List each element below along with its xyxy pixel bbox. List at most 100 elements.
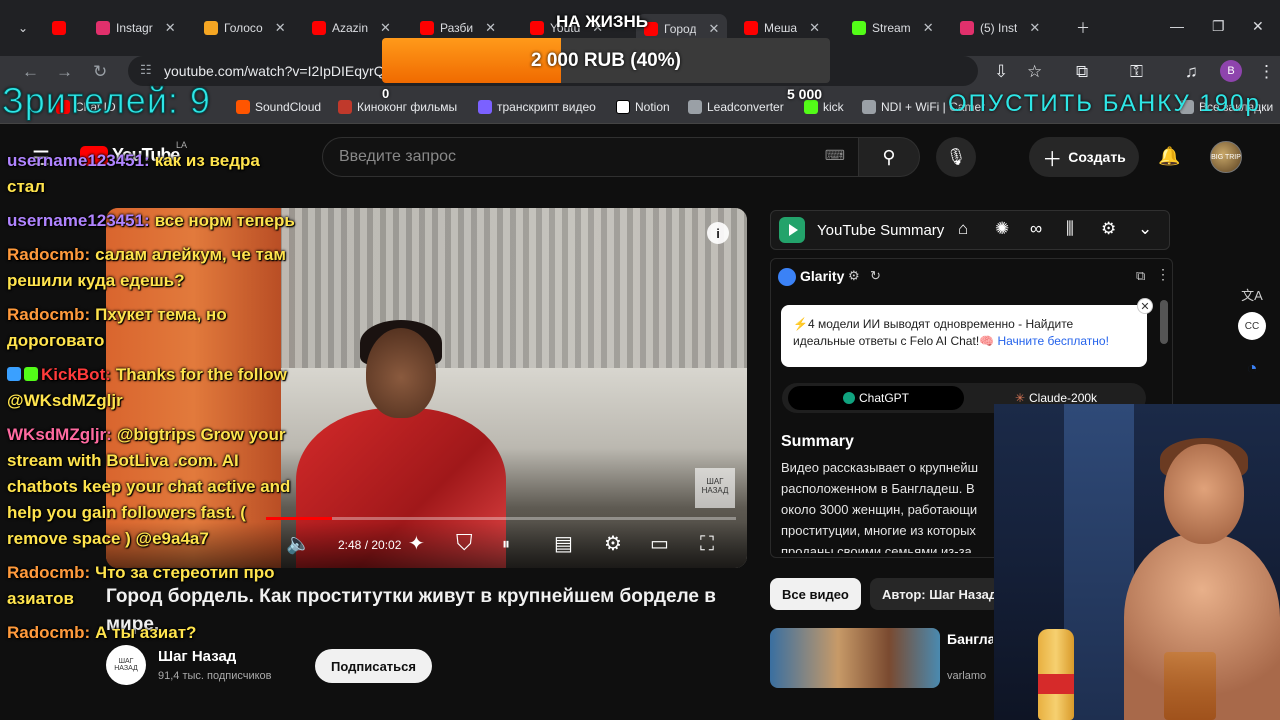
refresh-icon[interactable]: ↻ (870, 268, 881, 284)
recommended-thumbnail[interactable] (770, 628, 940, 688)
maximize-button[interactable]: ❐ (1212, 18, 1225, 35)
promo-link[interactable]: Начните бесплатно! (997, 334, 1108, 348)
settings-icon[interactable]: ⚙ (848, 268, 860, 284)
browser-tab-label: Город (664, 22, 697, 36)
close-icon[interactable]: ✕ (1137, 298, 1153, 314)
chevron-down-icon[interactable]: ⌄ (1138, 219, 1152, 239)
download-icon[interactable]: ⇩ (994, 62, 1008, 82)
browser-tab[interactable]: Instagr ✕ (96, 14, 176, 42)
browser-tab[interactable]: Stream ✕ (852, 14, 934, 42)
sparkle-icon[interactable]: ✦ (408, 531, 425, 556)
browser-menu-icon[interactable]: ⋮ (1258, 62, 1275, 82)
bookmark-label: Notion (635, 100, 670, 114)
tab-favicon-icon (960, 21, 974, 35)
recommended-title[interactable]: Бангла всё | По (947, 630, 993, 649)
close-window-button[interactable]: ✕ (1252, 18, 1264, 35)
youtube-summary-title: YouTube Summary (817, 221, 945, 239)
star-icon[interactable]: ☆ (1027, 62, 1042, 82)
close-icon[interactable]: ✕ (809, 20, 820, 36)
chatgpt-icon (842, 392, 855, 404)
theater-icon[interactable]: ▭ (650, 531, 669, 556)
translate-icon[interactable]: 文A (1238, 280, 1266, 308)
fullscreen-icon[interactable]: ⛶ (700, 533, 714, 556)
popout-icon[interactable]: ⧉ (1136, 268, 1145, 284)
back-icon[interactable]: ← (22, 62, 39, 82)
chevron-down-icon: ⌄ (18, 21, 29, 35)
close-icon[interactable]: ✕ (708, 21, 719, 37)
bookmark-favicon-icon (616, 100, 630, 114)
bookmark-item[interactable]: Notion (616, 100, 670, 114)
search-input[interactable]: Введите запрос ⌨ (322, 137, 872, 177)
audio-wave-icon[interactable]: ⫼ (1066, 219, 1074, 239)
chat-username: KickBot: (41, 365, 111, 384)
bookmark-item[interactable]: транскрипт видео (478, 100, 596, 114)
bell-icon[interactable]: 🔔 (1158, 146, 1180, 167)
bookmark-favicon-icon (688, 100, 702, 114)
chat-text: А ты азиат? (95, 623, 197, 642)
close-icon[interactable]: ✕ (275, 20, 286, 36)
glasses-icon[interactable]: ∞ (1030, 219, 1042, 239)
account-avatar[interactable]: BIG TRIP (1210, 141, 1242, 173)
bookmark-item[interactable]: Киноконг фильмы (338, 100, 457, 114)
bookmark-item[interactable]: SoundCloud (236, 100, 321, 114)
plus-icon: ＋ (1042, 148, 1063, 171)
minimize-button[interactable]: — (1170, 18, 1184, 34)
autoplay-toggle-icon[interactable]: ⏸ (502, 536, 510, 554)
bookmark-item[interactable]: Leadconverter (688, 100, 784, 114)
summary-title: Summary (781, 433, 854, 450)
keyboard-icon[interactable]: ⌨ (825, 147, 845, 164)
password-icon[interactable]: ⚿ (1130, 62, 1143, 82)
profile-avatar[interactable]: B (1220, 60, 1242, 82)
subtitles-icon[interactable]: ▤ (554, 531, 573, 556)
settings-icon[interactable]: ⚙ (1101, 219, 1116, 239)
info-icon[interactable]: i (707, 222, 729, 244)
close-icon[interactable]: ✕ (380, 20, 391, 36)
chip-author[interactable]: Автор: Шаг Назад (870, 578, 1000, 610)
play-icon[interactable]: ⛉ (456, 530, 473, 556)
channel-watermark[interactable]: ШАГ НАЗАД (695, 468, 735, 508)
progress-bar[interactable] (266, 517, 736, 520)
more-icon[interactable]: ⋮ (1156, 266, 1170, 283)
create-button[interactable]: ＋ Создать (1029, 137, 1139, 177)
robot-icon[interactable]: ⌂ (958, 219, 968, 239)
glarity-scrollbar[interactable] (1160, 300, 1168, 344)
viewer-count: Зрителей: 9 (2, 80, 211, 122)
forward-icon[interactable]: → (56, 62, 73, 82)
new-tab-button[interactable]: ＋ (1076, 18, 1090, 38)
extensions-icon[interactable]: ⧉ (1076, 62, 1088, 82)
goal-max: 5 000 (787, 86, 823, 102)
chat-message: username123451: как из ведра стал (7, 148, 297, 200)
settings-icon[interactable]: ⚙ (604, 531, 622, 556)
voice-search-button[interactable]: 🎙 (936, 137, 976, 177)
browser-tab-label: Azazin (332, 21, 369, 35)
captions-icon[interactable]: CC (1238, 312, 1266, 340)
tune-icon[interactable]: ☷ (140, 62, 152, 78)
bookmark-favicon-icon (804, 100, 818, 114)
browser-tab-label: Stream (872, 21, 911, 35)
chat-username: username123451: (7, 211, 150, 230)
tab-chatgpt[interactable]: ChatGPT (788, 386, 964, 410)
promo-banner[interactable]: ⚡4 модели ИИ выводят одновременно - Найд… (781, 305, 1147, 367)
chat-message: username123451: все норм теперь (7, 208, 297, 234)
openai-icon[interactable]: ✺ (995, 219, 1009, 239)
close-icon[interactable]: ✕ (1029, 20, 1040, 36)
media-icon[interactable]: ♫ (1185, 62, 1198, 82)
browser-tab[interactable]: (5) Inst ✕ (960, 14, 1040, 42)
browser-tab[interactable] (52, 14, 66, 42)
reload-icon[interactable]: ↻ (93, 62, 107, 82)
subscribe-button[interactable]: Подписаться (315, 649, 432, 683)
close-icon[interactable]: ✕ (923, 20, 934, 36)
chat-username: username123451: (7, 151, 150, 170)
chat-message: KickBot: Thanks for the follow @WKsdMZglj… (7, 362, 297, 414)
close-icon[interactable]: ✕ (165, 20, 176, 36)
tab-search-dropdown[interactable]: ⌄ (18, 14, 28, 42)
url-text: youtube.com/watch?v=I2IpDIEqyrQ (164, 63, 385, 79)
close-icon[interactable]: ✕ (485, 20, 496, 36)
glarity-side-icon[interactable]: ◔ (1238, 354, 1266, 382)
youtube-summary-logo-icon (779, 217, 805, 243)
chip-all-videos[interactable]: Все видео (770, 578, 861, 610)
browser-tab[interactable]: Голосо ✕ (204, 14, 286, 42)
browser-tab[interactable]: Azazin ✕ (312, 14, 391, 42)
search-button[interactable]: ⚲ (858, 137, 920, 177)
bookmark-item[interactable]: kick (804, 100, 844, 114)
